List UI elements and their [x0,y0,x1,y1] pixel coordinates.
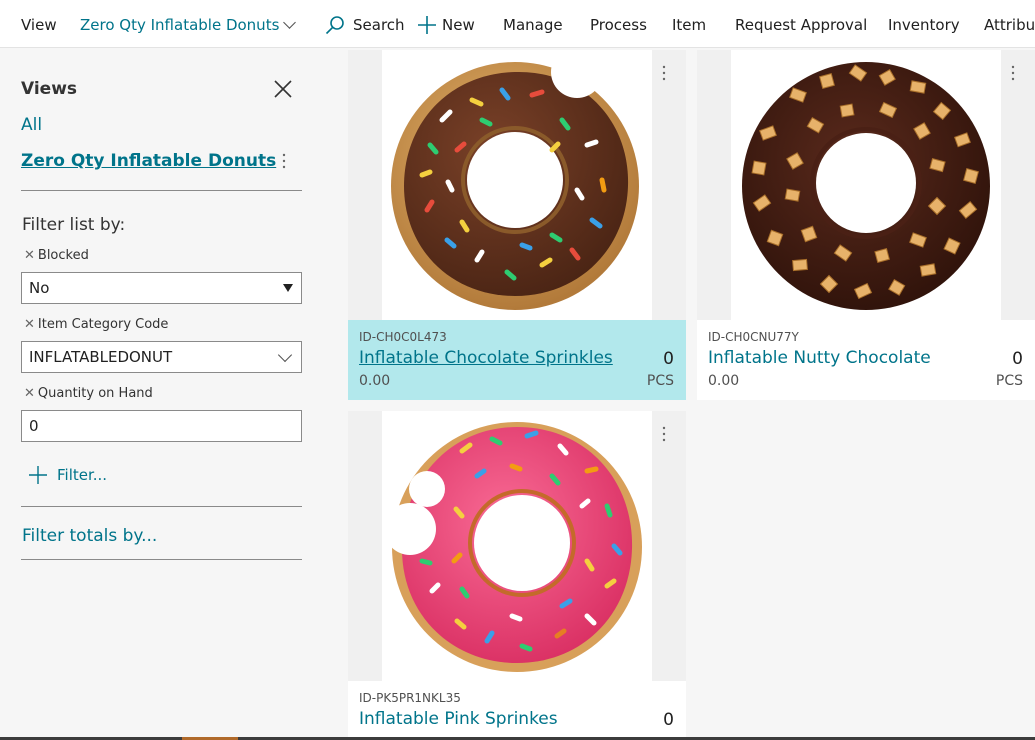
item-quantity: 0 [1012,349,1023,369]
item-list-page: View Zero Qty Inflatable Donuts Search N… [0,0,1035,740]
filter-label-text: Quantity on Hand [37,386,153,401]
tile-more-icon[interactable] [661,425,667,443]
remove-filter-icon[interactable]: ✕ [24,248,35,263]
item-tile[interactable]: ID-CH0CNU77Y Inflatable Nutty Chocolate … [697,50,1035,400]
inventory-action[interactable]: Inventory [888,14,960,36]
filter-label-text: Blocked [37,248,89,263]
close-icon[interactable] [272,78,294,100]
divider [21,559,302,560]
chevron-down-icon [283,16,297,29]
item-quantity: 0 [663,710,674,730]
item-category-field[interactable]: INFLATABLEDONUT [21,341,302,373]
item-action[interactable]: Item [672,14,706,36]
item-code: ID-CH0C0L473 [359,330,447,344]
tile-info: ID-CH0C0L473 Inflatable Chocolate Sprink… [348,320,686,400]
new-action-label: New [442,16,475,34]
new-action[interactable]: New [418,14,475,36]
item-unit: PCS [995,373,1023,389]
filter-label-quantity-on-hand[interactable]: ✕ Quantity on Hand [24,386,153,401]
filter-label-text: Item Category Code [37,317,169,332]
divider [21,190,302,191]
item-image-frame [348,50,686,320]
views-title: Views [21,79,78,99]
item-name-link[interactable]: Inflatable Pink Sprinkes [359,709,558,729]
pink-sprinkles-donut-image [384,422,642,672]
item-name-link[interactable]: Inflatable Chocolate Sprinkles [359,348,613,368]
quantity-on-hand-value: 0 [29,417,39,435]
manage-action[interactable]: Manage [503,14,563,36]
add-filter-button[interactable]: Filter... [29,466,107,484]
filter-totals-link[interactable]: Filter totals by... [22,526,157,546]
chevron-down-icon [277,347,293,363]
view-selector[interactable]: Zero Qty Inflatable Donuts [80,14,297,36]
item-price: 0.00 [359,373,391,389]
quantity-on-hand-field[interactable]: 0 [21,410,302,442]
item-tile[interactable]: ID-CH0C0L473 Inflatable Chocolate Sprink… [348,50,686,400]
search-icon [325,16,344,35]
item-code: ID-CH0CNU77Y [708,330,799,344]
action-bar: View Zero Qty Inflatable Donuts Search N… [0,0,1035,48]
view-all-link[interactable]: All [21,115,42,135]
plus-icon [418,16,436,34]
item-name-link[interactable]: Inflatable Nutty Chocolate [708,348,931,368]
filter-list-heading: Filter list by: [22,215,126,235]
tile-more-icon[interactable] [1010,64,1016,82]
views-pane: Views All Zero Qty Inflatable Donuts Fil… [0,48,335,740]
item-unit: PCS [646,373,674,389]
request-approval-action[interactable]: Request Approval [735,14,867,36]
tile-more-icon[interactable] [661,64,667,82]
item-category-value: INFLATABLEDONUT [29,348,173,366]
item-price: 0.00 [708,373,740,389]
divider [21,506,302,507]
attributes-action[interactable]: Attributes [984,14,1035,36]
remove-filter-icon[interactable]: ✕ [24,386,35,401]
item-quantity: 0 [663,349,674,369]
add-filter-label: Filter... [57,466,108,484]
current-view-link[interactable]: Zero Qty Inflatable Donuts [21,151,276,171]
process-action[interactable]: Process [590,14,647,36]
plus-icon [29,466,47,484]
item-image-frame [697,50,1035,320]
dropdown-arrow-icon [283,284,293,292]
search-action-label: Search [353,16,405,34]
filter-label-blocked[interactable]: ✕ Blocked [24,248,89,263]
view-selector-label: Zero Qty Inflatable Donuts [80,16,280,34]
more-options-icon[interactable] [280,152,288,170]
chocolate-sprinkles-donut-image [391,50,639,310]
tile-info: ID-CH0CNU77Y Inflatable Nutty Chocolate … [697,320,1035,400]
tile-info: ID-PK5PR1NKL35 Inflatable Pink Sprinkes … [348,681,686,740]
filter-label-item-category[interactable]: ✕ Item Category Code [24,317,168,332]
search-action[interactable]: Search [325,14,405,36]
item-tile[interactable]: ID-PK5PR1NKL35 Inflatable Pink Sprinkes … [348,411,686,740]
blocked-select-value: No [29,279,50,297]
blocked-select[interactable]: No [21,272,302,304]
view-label: View [21,16,57,34]
remove-filter-icon[interactable]: ✕ [24,317,35,332]
nutty-chocolate-donut-image [742,62,990,310]
item-code: ID-PK5PR1NKL35 [359,691,461,705]
item-image-frame [348,411,686,681]
